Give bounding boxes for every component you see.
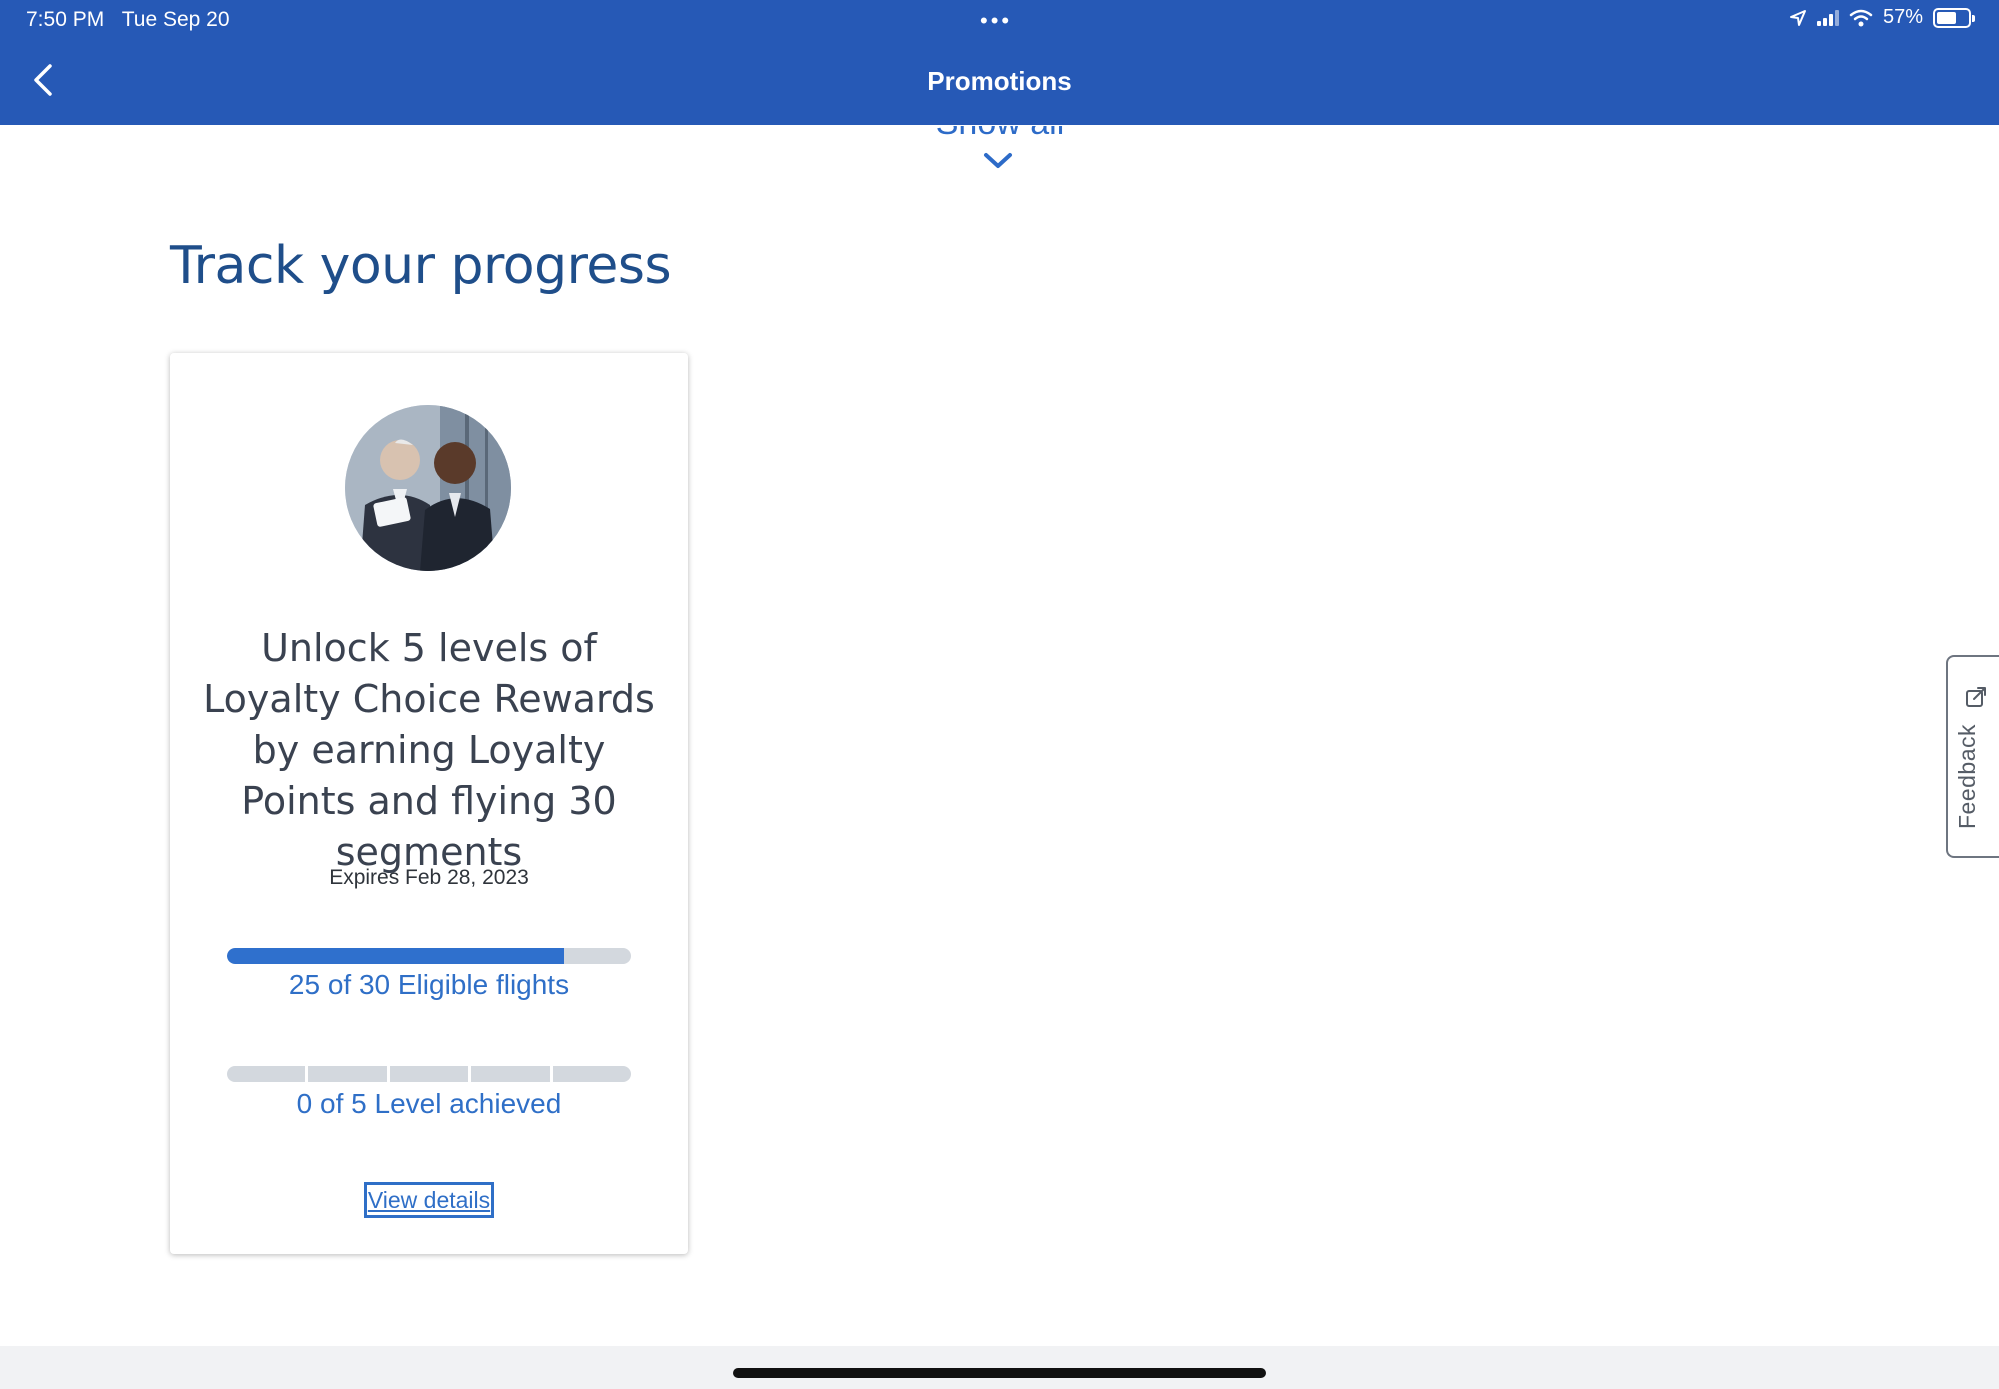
chevron-down-icon[interactable] (982, 150, 1014, 172)
feedback-tab[interactable]: Feedback (1946, 655, 1999, 858)
promotion-description: Unlock 5 levels of Loyalty Choice Reward… (203, 626, 655, 874)
wifi-icon (1849, 9, 1873, 26)
status-indicators: 57% (1789, 6, 1975, 29)
level-segment (389, 1066, 469, 1082)
cellular-signal-icon (1816, 9, 1839, 26)
page-title: Promotions (927, 66, 1072, 96)
flights-progress-bar (227, 948, 631, 964)
location-icon (1789, 9, 1806, 26)
app-header: 7:50 PM Tue Sep 20 ••• 57% Promotions (0, 0, 1999, 125)
promotion-card: Unlock 5 levels of Loyalty Choice Reward… (170, 353, 688, 1254)
expiry-date: Expires Feb 28, 2023 (329, 866, 529, 889)
level-segment (308, 1066, 387, 1082)
feedback-label: Feedback (1954, 723, 1980, 829)
status-clock: 7:50 PM (26, 8, 105, 31)
section-title: Track your progress (170, 236, 672, 296)
view-details-link[interactable]: View details (364, 1182, 494, 1218)
status-time: 7:50 PM Tue Sep 20 (26, 8, 230, 32)
flights-progress-label: 25 of 30 Eligible flights (288, 969, 570, 1000)
battery-percent: 57% (1882, 6, 1923, 28)
external-link-icon (1966, 687, 1986, 707)
home-indicator[interactable] (733, 1368, 1266, 1378)
level-segment (552, 1066, 632, 1082)
levels-progress-bar (227, 1066, 632, 1082)
level-segment (471, 1066, 550, 1082)
levels-progress-label: 0 of 5 Level achieved (296, 1088, 562, 1119)
battery-icon (1933, 7, 1975, 28)
flights-progress-fill (227, 948, 564, 964)
multitasking-dots[interactable]: ••• (980, 8, 1012, 34)
status-date: Tue Sep 20 (121, 8, 230, 31)
business-people-photo (345, 405, 511, 571)
level-segment (227, 1066, 306, 1082)
